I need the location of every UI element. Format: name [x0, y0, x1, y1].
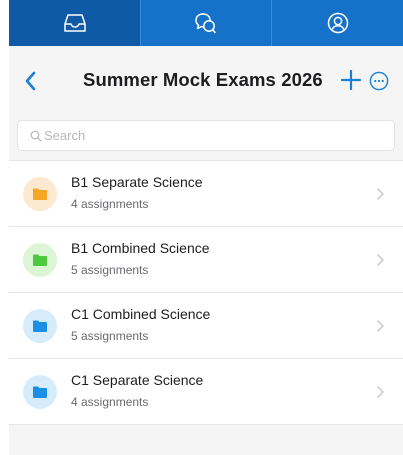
folder-row-c1-combined-science[interactable]: C1 Combined Science 5 assignments [9, 293, 403, 359]
tab-inbox[interactable] [9, 0, 140, 46]
chevron-right-icon [377, 188, 384, 200]
search-icon [30, 130, 42, 142]
profile-icon [327, 12, 348, 34]
folder-icon [33, 320, 47, 332]
chevron-right-icon [377, 386, 384, 398]
chat-bubbles-icon [195, 13, 216, 34]
folder-avatar [23, 375, 57, 409]
more-options-button[interactable] [369, 71, 389, 91]
folder-name: C1 Separate Science [71, 372, 204, 388]
folder-avatar [23, 177, 57, 211]
navigation-bar: Summer Mock Exams 2026 [9, 46, 403, 116]
folder-name: B1 Separate Science [71, 174, 203, 190]
chevron-left-icon [25, 71, 36, 91]
search-box[interactable] [17, 120, 395, 151]
chevron-right-icon [377, 254, 384, 266]
ellipsis-circle-icon [369, 71, 389, 91]
folder-avatar [23, 309, 57, 343]
folder-name: B1 Combined Science [71, 240, 210, 256]
folder-icon [33, 188, 47, 200]
folder-icon [33, 254, 47, 266]
folder-row-b1-separate-science[interactable]: B1 Separate Science 4 assignments [9, 161, 403, 227]
tab-profile[interactable] [271, 0, 403, 46]
page-title: Summer Mock Exams 2026 [83, 69, 323, 90]
add-button[interactable] [340, 68, 362, 92]
assignment-count: 4 assignments [71, 197, 149, 211]
folder-name: C1 Combined Science [71, 306, 211, 322]
search-input[interactable] [44, 123, 384, 148]
back-button[interactable] [19, 68, 43, 94]
search-area [9, 116, 403, 160]
folder-row-c1-separate-science[interactable]: C1 Separate Science 4 assignments [9, 359, 403, 425]
folder-icon [33, 386, 47, 398]
folder-row-b1-combined-science[interactable]: B1 Combined Science 5 assignments [9, 227, 403, 293]
assignment-count: 5 assignments [71, 263, 149, 277]
chevron-right-icon [377, 320, 384, 332]
plus-icon [340, 69, 362, 91]
folder-list: B1 Separate Science 4 assignments B1 Com… [9, 160, 403, 425]
assignment-count: 5 assignments [71, 329, 149, 343]
folder-avatar [23, 243, 57, 277]
inbox-tray-icon [63, 14, 86, 32]
top-tab-bar [9, 0, 403, 46]
assignment-count: 4 assignments [71, 395, 149, 409]
tab-messages[interactable] [140, 0, 271, 46]
app-frame: Summer Mock Exams 2026 Search B1 Separat… [9, 0, 403, 455]
